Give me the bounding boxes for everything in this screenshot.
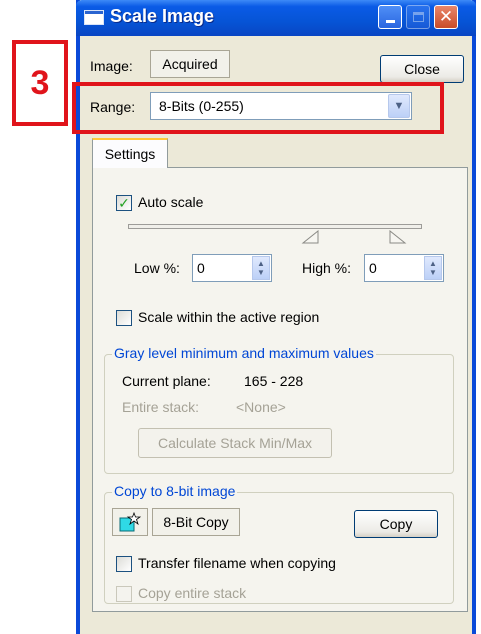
current-plane-value: 165 - 228 [244, 373, 304, 389]
minimize-icon [385, 20, 395, 23]
calculate-stack-button: Calculate Stack Min/Max [138, 428, 332, 458]
high-percent-label: High %: [302, 260, 352, 276]
auto-scale-label: Auto scale [138, 194, 204, 210]
8bit-copy-button[interactable]: 8-Bit Copy [152, 508, 240, 536]
scale-region-label: Scale within the active region [138, 309, 320, 325]
transfer-filename-label: Transfer filename when copying [138, 555, 336, 571]
transfer-filename-checkbox[interactable] [116, 556, 132, 572]
high-percent-input[interactable]: 0 ▲ ▼ [364, 254, 444, 282]
copy-8bit-group-title: Copy to 8-bit image [112, 483, 238, 499]
current-plane-label: Current plane: [122, 373, 211, 389]
spinner-icon[interactable]: ▲ ▼ [424, 256, 442, 280]
copy-entire-stack-checkbox [116, 586, 132, 602]
high-percent-value: 0 [369, 260, 377, 276]
new-image-icon-button[interactable] [112, 508, 148, 536]
low-percent-input[interactable]: 0 ▲ ▼ [192, 254, 272, 282]
annotation-highlight-box [72, 82, 444, 134]
window-title: Scale Image [110, 6, 215, 26]
spinner-icon[interactable]: ▲ ▼ [252, 256, 270, 280]
checkmark-icon: ✓ [118, 195, 130, 211]
image-value[interactable]: Acquired [150, 50, 230, 78]
new-image-icon [119, 512, 141, 532]
auto-scale-checkbox[interactable]: ✓ [116, 195, 132, 211]
maximize-icon [412, 12, 424, 22]
minimize-button[interactable] [378, 5, 402, 29]
window-close-button[interactable]: ✕ [434, 5, 458, 29]
window-icon [84, 10, 104, 25]
gray-level-group-title: Gray level minimum and maximum values [112, 345, 376, 361]
image-label: Image: [90, 58, 133, 74]
close-button[interactable]: Close [380, 55, 464, 83]
scale-slider-track[interactable] [128, 224, 422, 229]
high-slider-thumb[interactable] [388, 230, 408, 244]
maximize-button [406, 5, 430, 29]
low-slider-thumb[interactable] [300, 230, 320, 244]
entire-stack-label: Entire stack: [122, 399, 200, 415]
low-percent-value: 0 [197, 260, 205, 276]
copy-button[interactable]: Copy [354, 510, 438, 538]
copy-entire-stack-label: Copy entire stack [138, 585, 247, 601]
tab-settings[interactable]: Settings [92, 138, 168, 168]
step-number-label: 3 [12, 40, 68, 126]
low-percent-label: Low %: [134, 260, 180, 276]
close-icon: ✕ [438, 7, 454, 26]
entire-stack-value: <None> [236, 399, 286, 415]
scale-region-checkbox[interactable] [116, 310, 132, 326]
